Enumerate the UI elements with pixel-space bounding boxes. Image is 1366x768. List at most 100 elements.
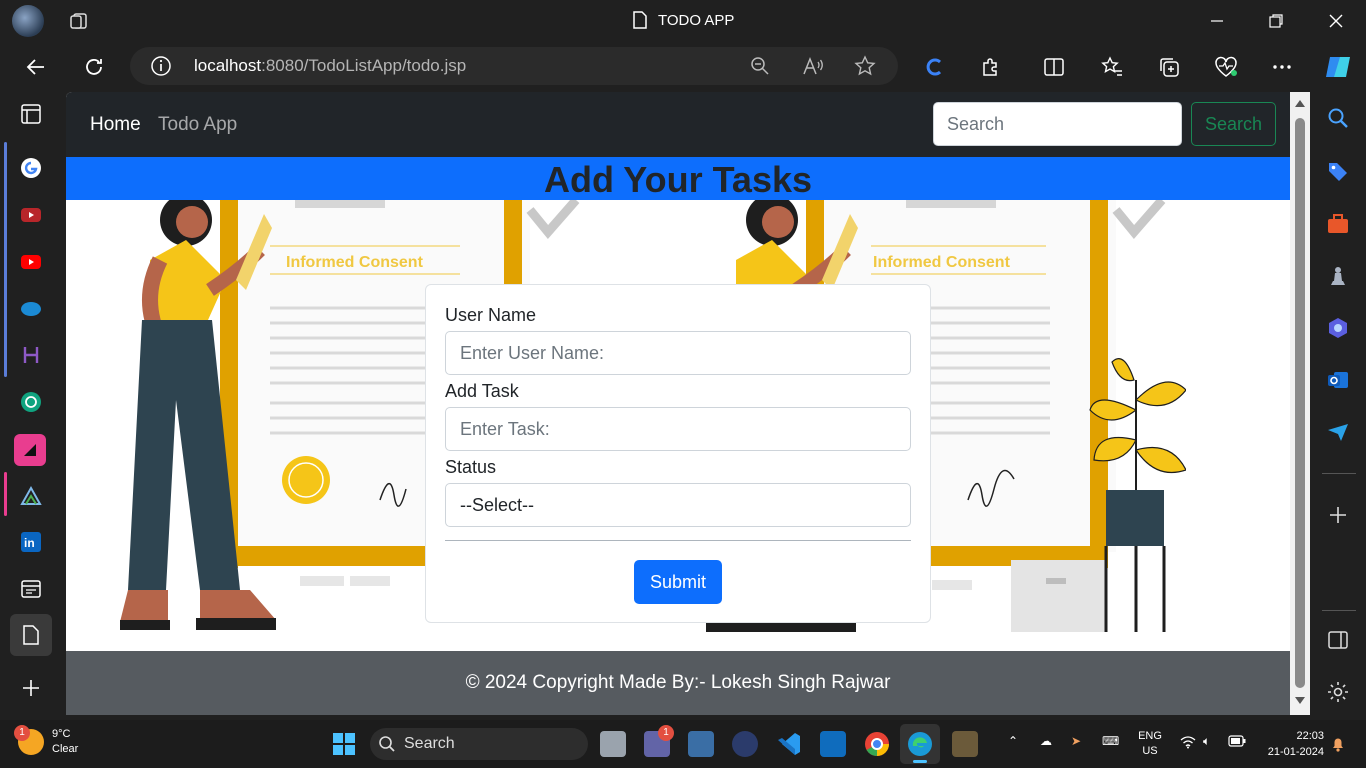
scrollbar-thumb[interactable] bbox=[1295, 118, 1305, 688]
scroll-down-icon[interactable] bbox=[1294, 696, 1306, 706]
weather-widget[interactable]: 1 9°C Clear bbox=[14, 725, 78, 757]
bracket-tab-icon[interactable] bbox=[19, 343, 43, 367]
more-options-button[interactable] bbox=[1268, 53, 1296, 81]
extension-c-button[interactable] bbox=[920, 53, 948, 81]
window-tab-icon[interactable] bbox=[19, 577, 43, 601]
edge-icon bbox=[908, 732, 932, 756]
page-scrollbar[interactable] bbox=[1290, 92, 1310, 715]
teams-icon[interactable]: 1 bbox=[644, 725, 674, 757]
scroll-up-icon[interactable] bbox=[1294, 98, 1306, 108]
copilot-icon bbox=[1326, 57, 1350, 77]
browser-essentials-button[interactable] bbox=[1212, 53, 1240, 81]
split-screen-icon bbox=[1044, 58, 1064, 76]
username-input[interactable] bbox=[445, 331, 911, 375]
weather-temperature: 9°C bbox=[52, 728, 71, 740]
refresh-button[interactable] bbox=[80, 53, 108, 81]
submit-button[interactable]: Submit bbox=[634, 560, 722, 604]
zoom-out-icon[interactable] bbox=[750, 56, 770, 76]
more-dots-icon bbox=[1273, 65, 1291, 69]
shopping-tag-icon[interactable] bbox=[1326, 160, 1350, 184]
active-tab[interactable] bbox=[10, 614, 52, 656]
taskbar-search-box[interactable]: Search bbox=[370, 728, 588, 760]
eclipse-icon[interactable] bbox=[732, 731, 758, 757]
volume-icon[interactable]: 🔈︎ bbox=[1203, 734, 1210, 749]
youtube-tab-icon[interactable] bbox=[19, 203, 43, 227]
navbar-search-button[interactable]: Search bbox=[1191, 102, 1276, 146]
info-icon[interactable] bbox=[150, 55, 172, 77]
linkedin-tab-icon[interactable]: in bbox=[19, 530, 43, 554]
notification-bell-icon[interactable] bbox=[1331, 736, 1345, 752]
outlook-new-icon[interactable] bbox=[820, 731, 846, 757]
app-tab-pink[interactable] bbox=[14, 434, 46, 466]
google-tab-icon[interactable] bbox=[19, 156, 43, 180]
url-path: :8080/TodoListApp/todo.jsp bbox=[261, 56, 467, 75]
windows-start-icon[interactable] bbox=[332, 732, 356, 756]
sidebar-divider bbox=[1322, 473, 1356, 474]
vscode-icon[interactable] bbox=[776, 731, 802, 757]
page-tab-icon bbox=[23, 625, 39, 645]
task-input[interactable] bbox=[445, 407, 911, 451]
search-icon[interactable] bbox=[1326, 106, 1350, 130]
tray-overflow-icon[interactable]: ⌃ bbox=[1008, 734, 1018, 748]
tab-actions-icon[interactable] bbox=[19, 102, 43, 126]
favorite-star-icon[interactable] bbox=[854, 55, 876, 77]
add-sidebar-plus-icon[interactable] bbox=[1326, 503, 1350, 527]
refresh-icon bbox=[86, 59, 102, 75]
favorites-icon bbox=[1101, 56, 1122, 76]
language-indicator[interactable]: ENG US bbox=[1137, 729, 1163, 759]
copilot-365-icon[interactable] bbox=[1326, 316, 1350, 340]
youtube-tab-icon-2[interactable] bbox=[19, 250, 43, 274]
tray-location-icon[interactable]: ➤ bbox=[1071, 734, 1081, 748]
chatgpt-tab-icon[interactable] bbox=[19, 390, 43, 414]
task-view-icon[interactable] bbox=[600, 731, 626, 757]
nav-todo-app-link[interactable]: Todo App bbox=[158, 114, 237, 136]
teams-badge: 1 bbox=[658, 725, 674, 741]
chrome-icon[interactable] bbox=[864, 731, 890, 757]
game-app-icon[interactable] bbox=[952, 731, 978, 757]
tray-cloud-icon[interactable]: ☁ bbox=[1040, 734, 1052, 748]
settings-gear-icon[interactable] bbox=[1326, 680, 1350, 704]
workspaces-icon[interactable] bbox=[70, 11, 90, 31]
url-text[interactable]: localhost:8080/TodoListApp/todo.jsp bbox=[194, 56, 466, 76]
back-button[interactable] bbox=[22, 53, 50, 81]
minimize-icon[interactable] bbox=[1206, 10, 1228, 32]
back-arrow-icon bbox=[26, 59, 44, 75]
split-screen-button[interactable] bbox=[1040, 53, 1068, 81]
wifi-icon[interactable] bbox=[1180, 735, 1196, 752]
page-icon bbox=[633, 11, 647, 29]
chart-app-icon[interactable] bbox=[688, 731, 714, 757]
navbar-search-input[interactable] bbox=[933, 102, 1182, 146]
browser-right-sidebar bbox=[1310, 92, 1366, 720]
browser-toolbar: localhost:8080/TodoListApp/todo.jsp bbox=[0, 42, 1366, 92]
address-bar[interactable]: localhost:8080/TodoListApp/todo.jsp bbox=[130, 47, 898, 85]
tools-briefcase-icon[interactable] bbox=[1326, 212, 1350, 236]
svg-text:in: in bbox=[24, 536, 35, 550]
username-label: User Name bbox=[445, 305, 537, 325]
hide-sidebar-icon[interactable] bbox=[1326, 628, 1350, 652]
language-code: ENG bbox=[1138, 730, 1162, 742]
salesforce-tab-icon[interactable] bbox=[19, 297, 43, 321]
favorites-button[interactable] bbox=[1098, 53, 1126, 81]
consent-caption-left: Informed Consent bbox=[286, 254, 424, 271]
taskbar-clock[interactable]: 22:03 21-01-2024 bbox=[1258, 728, 1324, 760]
url-host: localhost bbox=[194, 56, 262, 75]
profile-avatar[interactable] bbox=[12, 5, 44, 37]
arch-tab-icon[interactable] bbox=[19, 484, 43, 508]
drop-send-icon[interactable] bbox=[1326, 420, 1350, 444]
tray-keyboard-icon[interactable]: ⌨ bbox=[1102, 734, 1119, 748]
nav-home-link[interactable]: Home bbox=[90, 114, 141, 136]
battery-icon[interactable] bbox=[1228, 735, 1246, 750]
restore-icon[interactable] bbox=[1265, 10, 1287, 32]
games-chess-icon[interactable] bbox=[1326, 264, 1350, 288]
close-icon[interactable] bbox=[1325, 10, 1347, 32]
copilot-button[interactable] bbox=[1322, 51, 1354, 83]
extensions-button[interactable] bbox=[977, 53, 1005, 81]
collections-button[interactable] bbox=[1155, 53, 1183, 81]
outlook-icon[interactable] bbox=[1326, 368, 1350, 392]
new-tab-plus-icon[interactable] bbox=[19, 676, 43, 700]
taskbar-search-label: Search bbox=[404, 735, 455, 752]
status-select[interactable]: --Select-- bbox=[445, 483, 911, 527]
page-viewport: Home Todo App Search Add Your Tasks Info… bbox=[66, 92, 1290, 715]
read-aloud-icon[interactable] bbox=[802, 56, 824, 76]
edge-active-tile[interactable] bbox=[900, 724, 940, 764]
